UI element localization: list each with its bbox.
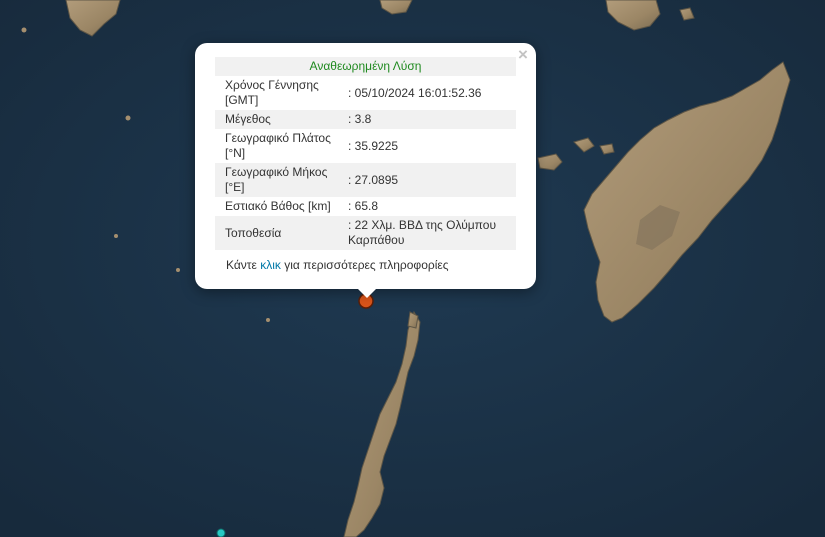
origin-time-label: Χρόνος Γέννησης [GMT]: [225, 78, 319, 107]
islet-dot: [125, 115, 131, 121]
origin-time-value: : 05/10/2024 16:01:52.36: [348, 85, 482, 100]
longitude-label: Γεωγραφικό Μήκος [°E]: [215, 163, 337, 197]
islet-dot: [21, 27, 27, 33]
islet-dot: [176, 268, 180, 272]
more-info-prefix: Κάντε: [226, 258, 261, 272]
close-icon[interactable]: ×: [516, 46, 530, 64]
islet-dot: [266, 318, 270, 322]
islet-dot: [114, 234, 118, 238]
more-info-suffix: για περισσότερες πληροφορίες: [280, 258, 449, 272]
magnitude-label: Μέγεθος: [215, 110, 337, 129]
more-info-link[interactable]: κλικ: [260, 258, 281, 272]
location-value: : 22 Χλμ. ΒΒΔ της Ολύμπου Καρπάθου: [337, 216, 516, 250]
popup-pointer: [357, 288, 377, 298]
latitude-value: : 35.9225: [348, 138, 399, 153]
depth-label: Εστιακό Βάθος [km]: [225, 199, 331, 213]
popup-title: Αναθεωρημένη Λύση: [215, 57, 516, 76]
latitude-label: Γεωγραφικό Πλάτος [°N]: [225, 131, 331, 160]
location-label: Τοποθεσία: [215, 216, 337, 250]
longitude-value: : 27.0895: [337, 163, 516, 197]
earthquake-details-table: Αναθεωρημένη Λύση Χρόνος Γέννησης [GMT] …: [215, 57, 516, 250]
more-info-line: Κάντε κλικ για περισσότερες πληροφορίες: [226, 258, 449, 272]
depth-value: : 65.8: [348, 199, 379, 213]
earthquake-info-popup: × Αναθεωρημένη Λύση Χρόνος Γέννησης [GMT…: [195, 43, 536, 289]
earthquake-marker-secondary[interactable]: [216, 528, 226, 537]
magnitude-value: : 3.8: [337, 110, 516, 129]
